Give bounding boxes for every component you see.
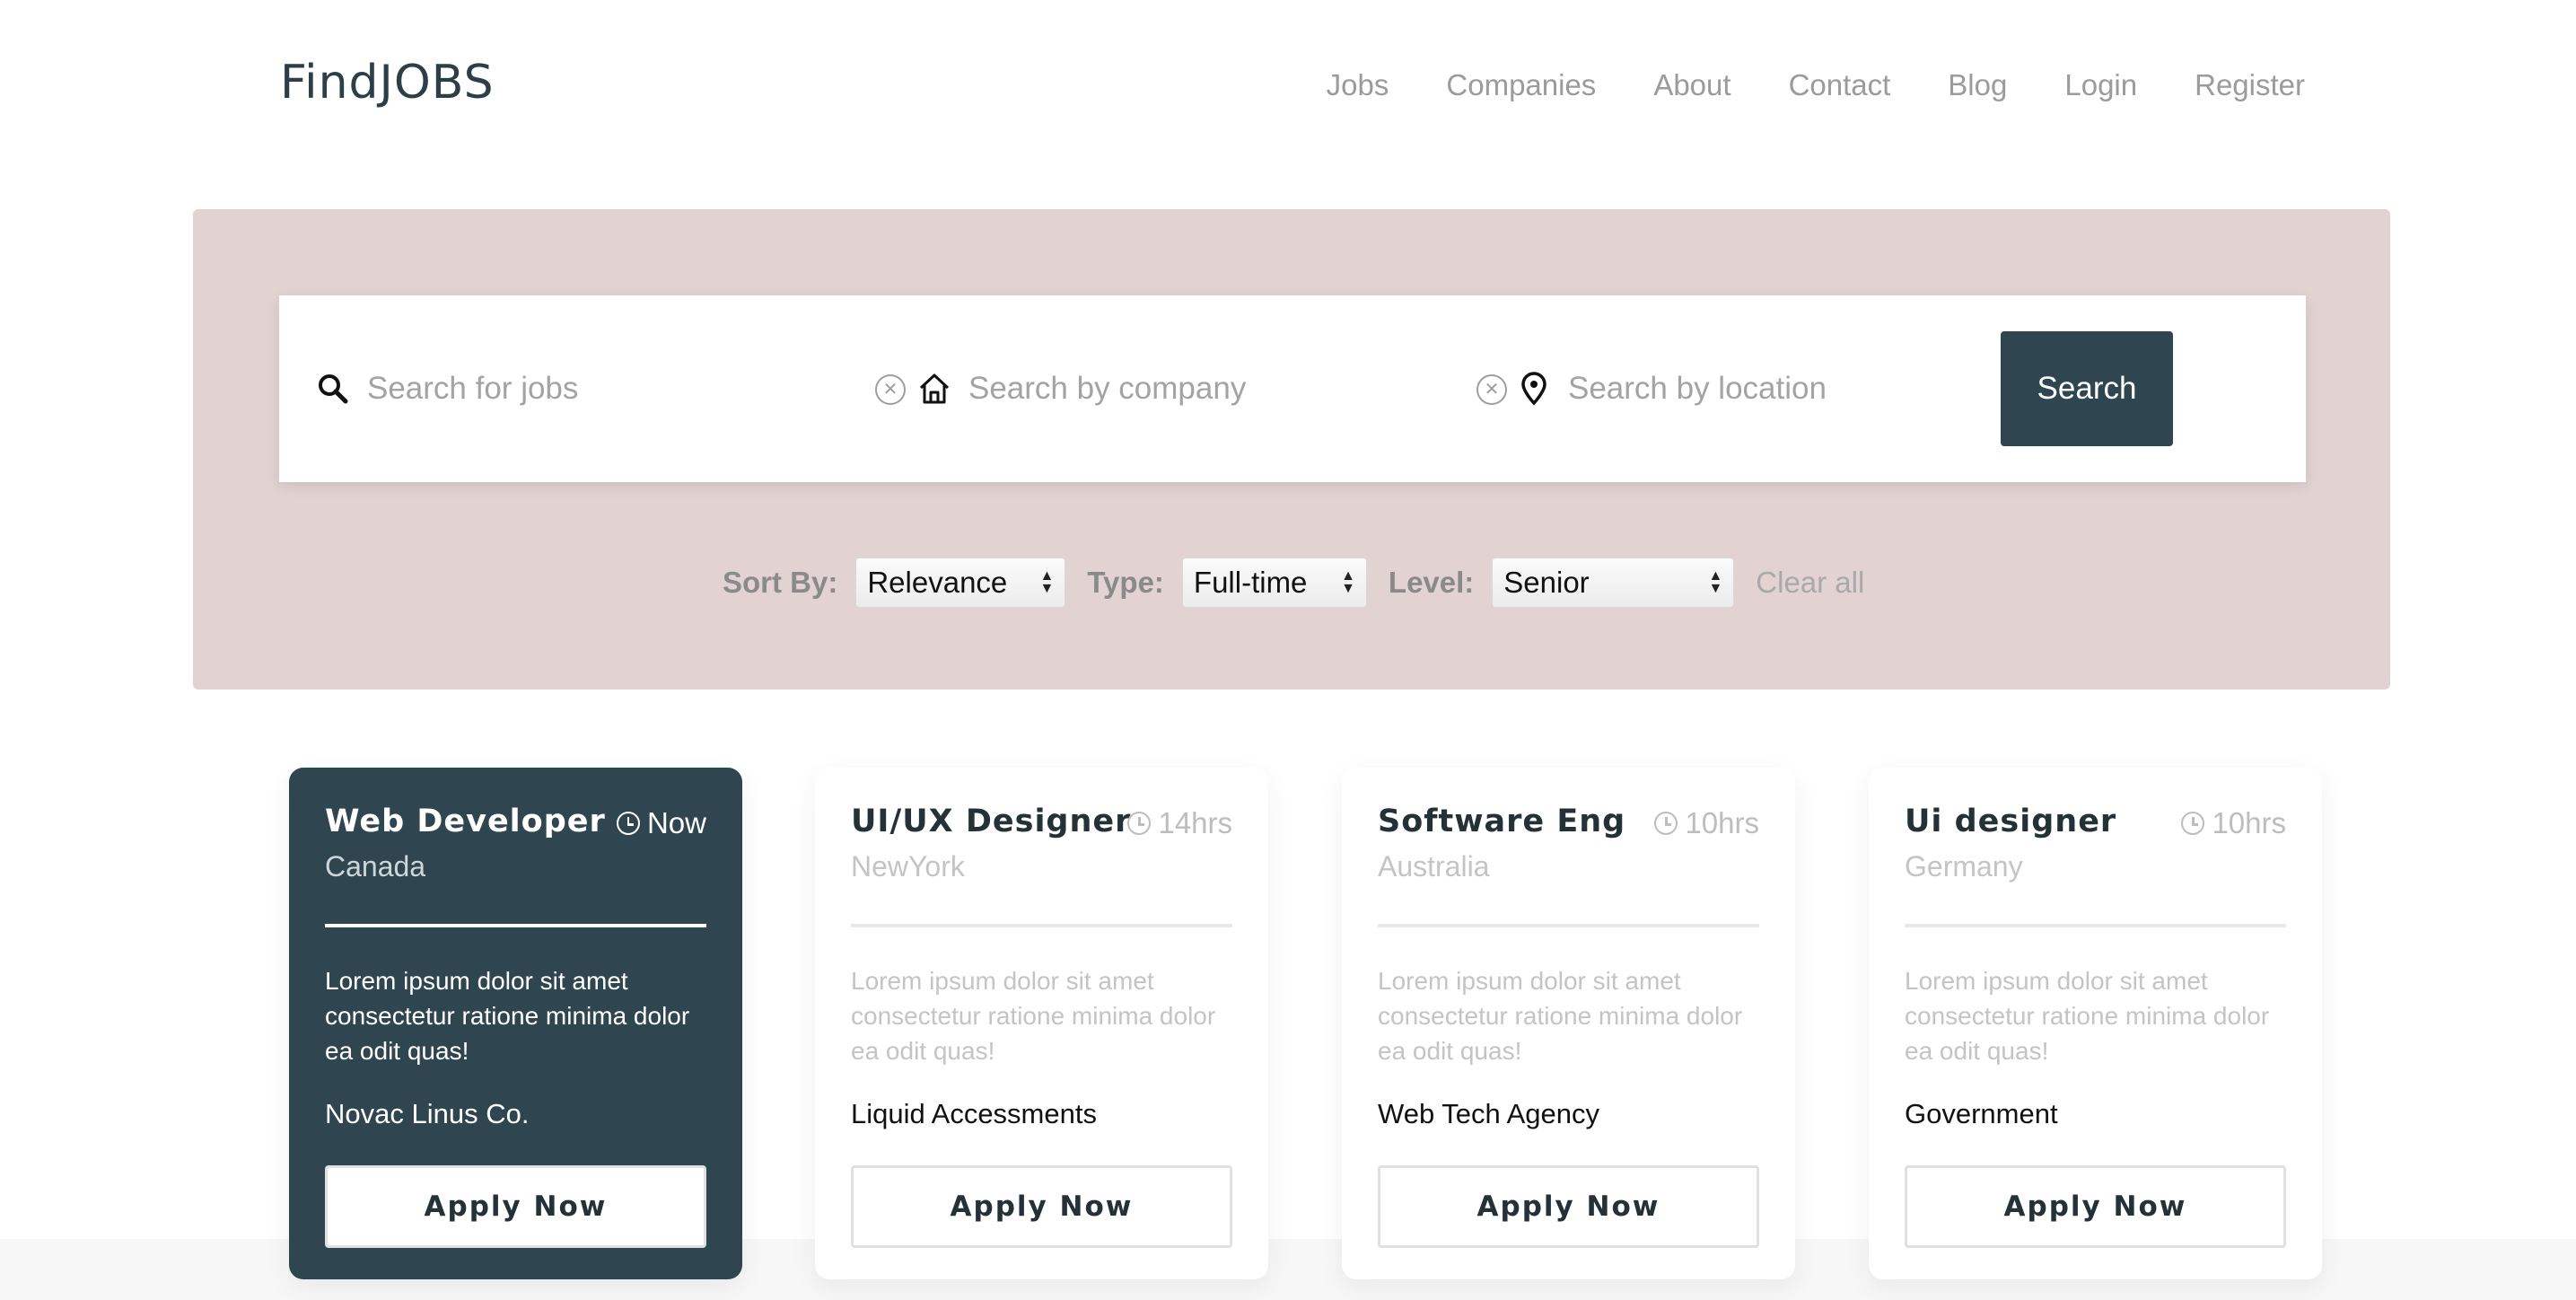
clock-icon <box>2181 812 2205 835</box>
job-posted-time: 10hrs <box>1654 806 1759 840</box>
clear-company-search-icon[interactable]: ✕ <box>1476 374 1507 405</box>
select-arrows-icon: ▲ ▼ <box>1341 568 1355 596</box>
select-arrows-icon: ▲ ▼ <box>1708 568 1723 596</box>
select-arrows-icon: ▲ ▼ <box>1039 568 1055 596</box>
clock-icon <box>616 812 640 835</box>
job-search-input[interactable] <box>367 360 834 417</box>
job-title: UI/UX Designer <box>851 804 1132 839</box>
sort-by-label: Sort By: <box>723 566 838 599</box>
location-search-input[interactable] <box>1568 360 1963 417</box>
job-posted-time: Now <box>616 806 706 840</box>
apply-now-button[interactable]: Apply Now <box>851 1165 1232 1248</box>
clear-all-link[interactable]: Clear all <box>1756 566 1864 600</box>
job-description: Lorem ipsum dolor sit amet consectetur r… <box>1905 967 2270 1065</box>
search-button[interactable]: Search <box>2001 331 2173 446</box>
job-title: Web Developer <box>325 804 606 839</box>
search-icon <box>315 371 351 407</box>
nav-link-contact[interactable]: Contact <box>1789 68 1891 102</box>
company-name: Government <box>1905 1098 2058 1129</box>
job-search-field: ✕ <box>315 295 906 482</box>
company-search-field: ✕ <box>916 295 1507 482</box>
nav-link-companies[interactable]: Companies <box>1446 68 1596 102</box>
company-name: Novac Linus Co. <box>325 1098 530 1129</box>
nav-link-register[interactable]: Register <box>2195 68 2305 102</box>
clock-icon <box>1654 812 1678 835</box>
level-select[interactable]: Senior ▲ ▼ <box>1492 558 1735 608</box>
clear-job-search-icon[interactable]: ✕ <box>875 374 906 405</box>
sort-by-select[interactable]: Relevance ▲ ▼ <box>855 558 1066 608</box>
job-card[interactable]: Web Developer Now Canada Lorem ipsum dol… <box>289 768 742 1279</box>
job-posted-time: 14hrs <box>1127 806 1232 840</box>
nav-link-jobs[interactable]: Jobs <box>1327 68 1389 102</box>
level-label: Level: <box>1388 566 1475 599</box>
clock-icon <box>1127 812 1152 835</box>
location-pin-icon <box>1516 371 1552 407</box>
level-value: Senior <box>1503 566 1590 599</box>
site-logo[interactable]: FindJOBS <box>280 56 495 110</box>
apply-now-button[interactable]: Apply Now <box>1905 1165 2286 1248</box>
job-card[interactable]: UI/UX Designer 14hrs NewYork Lorem ipsum… <box>815 768 1268 1279</box>
sort-by-value: Relevance <box>867 566 1008 599</box>
filter-bar: Sort By: Relevance ▲ ▼ Type: Full-time ▲ ▼… <box>723 556 1864 610</box>
card-divider <box>851 924 1232 927</box>
job-posted-time: 10hrs <box>2181 806 2286 840</box>
card-divider <box>1905 924 2286 927</box>
job-location: Australia <box>1378 850 1490 883</box>
type-label: Type: <box>1087 566 1164 599</box>
type-value: Full-time <box>1193 566 1308 599</box>
apply-now-button[interactable]: Apply Now <box>325 1165 706 1248</box>
home-icon <box>916 371 952 407</box>
main-nav: Jobs Companies About Contact Blog Login … <box>1327 68 2305 102</box>
search-hero: ✕ ✕ ✕ Search Sort By: Relevance ▲▼ Type:… <box>193 209 2390 690</box>
type-select[interactable]: Full-time ▲ ▼ <box>1181 558 1367 608</box>
job-card[interactable]: Ui designer 10hrs Germany Lorem ipsum do… <box>1869 768 2322 1279</box>
job-title: Ui designer <box>1905 804 2117 839</box>
job-location: Canada <box>325 850 426 883</box>
search-bar: ✕ ✕ ✕ Search <box>279 295 2306 482</box>
card-divider <box>1378 924 1759 927</box>
company-search-input[interactable] <box>968 360 1435 417</box>
job-location: Germany <box>1905 850 2023 883</box>
nav-link-about[interactable]: About <box>1653 68 1730 102</box>
job-location: NewYork <box>851 850 965 883</box>
card-divider <box>325 924 706 927</box>
company-name: Liquid Accessments <box>851 1098 1097 1129</box>
job-description: Lorem ipsum dolor sit amet consectetur r… <box>1378 967 1743 1065</box>
apply-now-button[interactable]: Apply Now <box>1378 1165 1759 1248</box>
job-title: Software Eng <box>1378 804 1626 839</box>
job-description: Lorem ipsum dolor sit amet consectetur r… <box>851 967 1216 1065</box>
nav-link-login[interactable]: Login <box>2064 68 2137 102</box>
nav-link-blog[interactable]: Blog <box>1948 68 2007 102</box>
job-card[interactable]: Software Eng 10hrs Australia Lorem ipsum… <box>1342 768 1795 1279</box>
job-description: Lorem ipsum dolor sit amet consectetur r… <box>325 967 690 1065</box>
company-name: Web Tech Agency <box>1378 1098 1600 1129</box>
